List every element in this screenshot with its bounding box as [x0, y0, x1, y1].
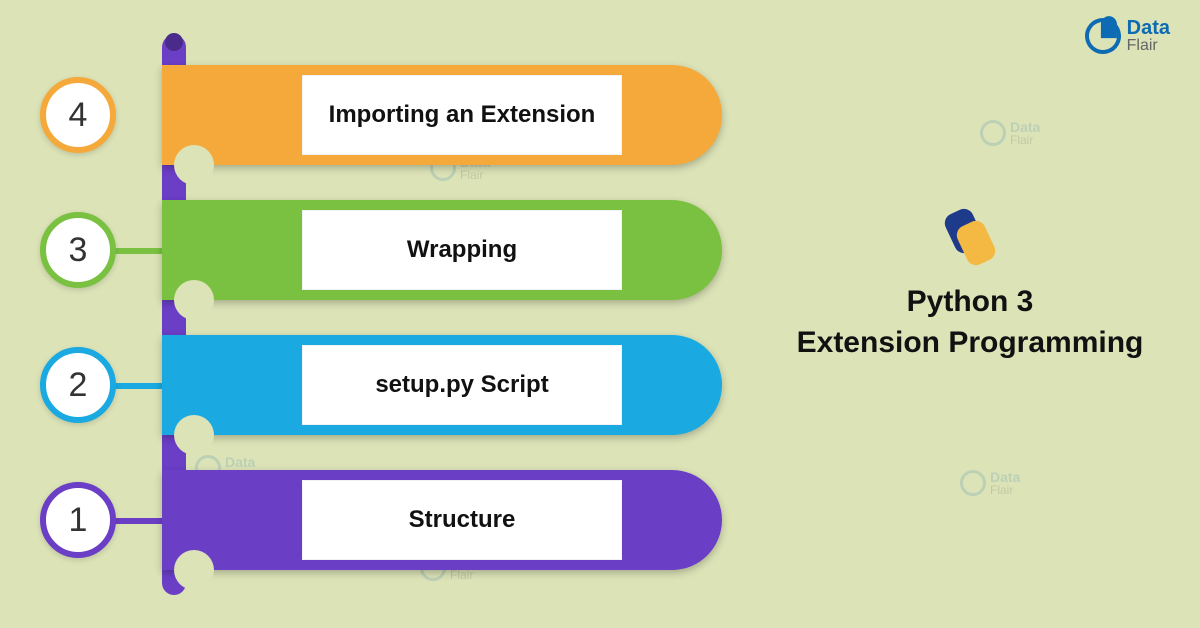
step-number: 4: [69, 96, 88, 135]
title-line1: Python 3: [907, 285, 1034, 318]
brand-line2: Flair: [1127, 38, 1170, 54]
step-label-4: Importing an Extension: [302, 75, 622, 155]
watermark-logo: DataFlair: [980, 120, 1040, 146]
brand-logo-text: Data Flair: [1127, 18, 1170, 54]
step-badge-4: 4: [40, 77, 116, 153]
brand-logo-icon: [1081, 14, 1125, 58]
step-badge-2: 2: [40, 347, 116, 423]
step-number: 3: [69, 231, 88, 270]
watermark-logo: DataFlair: [960, 470, 1020, 496]
title-line2: Extension Programming: [797, 326, 1144, 359]
step-number: 1: [69, 501, 88, 540]
step-label-3: Wrapping: [302, 210, 622, 290]
step-badge-3: 3: [40, 212, 116, 288]
title-block: Python 3 Extension Programming: [790, 210, 1150, 363]
step-number: 2: [69, 366, 88, 405]
diagram-title: Python 3 Extension Programming: [790, 282, 1150, 363]
brand-line1: Data: [1127, 18, 1170, 38]
step-label-1: Structure: [302, 480, 622, 560]
step-row-4: 4 Importing an Extension: [40, 65, 750, 165]
step-row-2: 2 setup.py Script: [40, 335, 750, 435]
step-label-2: setup.py Script: [302, 345, 622, 425]
brand-logo: Data Flair: [1085, 18, 1170, 54]
step-badge-1: 1: [40, 482, 116, 558]
step-row-1: 1 Structure: [40, 470, 750, 570]
steps-diagram: 4 Importing an Extension 3 Wrapping 2 se…: [40, 35, 750, 595]
step-row-3: 3 Wrapping: [40, 200, 750, 300]
python-icon: [943, 210, 997, 264]
